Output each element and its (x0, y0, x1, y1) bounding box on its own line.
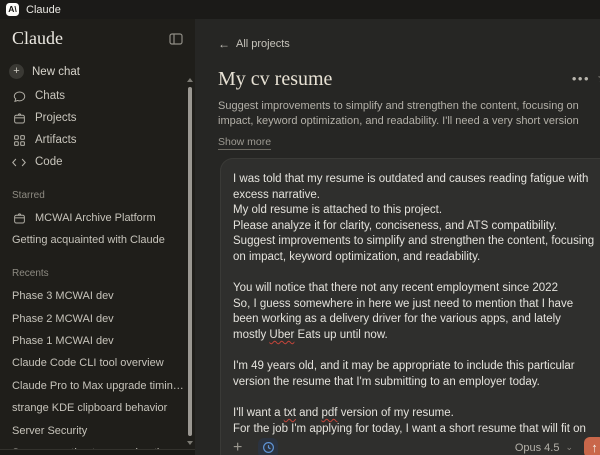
sidebar-nav-item-chats[interactable]: Chats (0, 85, 195, 107)
starred-section-label: Starred (12, 190, 45, 201)
extended-thinking-toggle[interactable] (258, 437, 278, 455)
misspelled-word: pdf (321, 406, 338, 419)
sidebar-header: Claude (0, 19, 195, 49)
code-icon (12, 157, 26, 168)
sidebar-bottom-strip (0, 449, 195, 455)
new-chat-label: New chat (32, 65, 80, 78)
conversation-title: Server Security (12, 424, 88, 437)
scrollbar-thumb[interactable] (188, 87, 192, 436)
sidebar-conversation-item[interactable]: strange KDE clipboard behavior (0, 397, 195, 419)
back-link-label: All projects (236, 38, 290, 50)
conversation-title: strange KDE clipboard behavior (12, 402, 168, 415)
sidebar: Claude + New chat Chats Projects Artifacts… (0, 19, 195, 455)
sidebar-conversation-item[interactable]: Phase 3 MCWAI dev (0, 285, 195, 307)
sidebar-conversation-item[interactable]: Phase 2 MCWAI dev (0, 307, 195, 329)
nav-item-label: Chats (35, 90, 66, 102)
project-description: Suggest improvements to simplify and str… (218, 100, 579, 127)
conversation-title: Phase 1 MCWAI dev (12, 334, 114, 347)
conversation-title: Claude Pro to Max upgrade timin… (12, 379, 184, 392)
model-selector[interactable]: Opus 4.5 (515, 442, 560, 454)
window-titlebar: A\ Claude (0, 0, 600, 19)
anthropic-logo-icon: A\ (6, 3, 19, 16)
conversation-title: Getting acquainted with Claude (12, 234, 165, 246)
projects-icon (12, 112, 26, 125)
main-content: ← All projects My cv resume ••• ☆ Sugges… (195, 19, 600, 455)
sidebar-nav-item-projects[interactable]: Projects (0, 107, 195, 129)
clock-icon (262, 442, 274, 453)
artifacts-icon (12, 134, 26, 147)
project-icon (12, 212, 26, 225)
sidebar-nav: Chats Projects Artifacts Code (0, 85, 195, 173)
show-more-link[interactable]: Show more (218, 136, 272, 150)
new-chat-button[interactable]: + New chat (9, 64, 183, 79)
sidebar-scrollbar[interactable] (187, 78, 193, 445)
sidebar-conversation-item[interactable]: Server Security (0, 419, 195, 441)
sidebar-collapse-icon[interactable] (169, 32, 183, 45)
sidebar-conversation-item[interactable]: Phase 1 MCWAI dev (0, 330, 195, 352)
message-composer[interactable]: I was told that my resume is outdated an… (220, 158, 600, 455)
conversation-title: Phase 3 MCWAI dev (12, 290, 114, 303)
starred-list: MCWAI Archive Platform Getting acquainted… (0, 207, 195, 251)
more-options-icon[interactable]: ••• (572, 71, 590, 86)
conversation-title: Claude Code CLI tool overview (12, 357, 164, 370)
up-arrow-icon: ↑ (591, 440, 598, 455)
project-title: My cv resume (218, 68, 333, 90)
plus-icon: + (9, 64, 24, 79)
sidebar-conversation-item[interactable]: Getting acquainted with Claude (0, 229, 195, 251)
recents-section-label: Recents (12, 268, 49, 279)
claude-wordmark: Claude (12, 28, 63, 48)
recents-list: Phase 3 MCWAI dev Phase 2 MCWAI dev Phase … (0, 285, 195, 455)
titlebar-app-name: Claude (26, 3, 61, 16)
draft-paragraph: You will notice that there not any recen… (233, 282, 574, 341)
sidebar-conversation-item[interactable]: MCWAI Archive Platform (0, 207, 195, 229)
draft-paragraph: I'll want a txt and pdf version of my re… (233, 406, 586, 435)
back-to-projects-link[interactable]: ← All projects (218, 37, 290, 51)
send-button[interactable]: ↑ (584, 437, 600, 455)
scrollbar-down-arrow-icon[interactable] (187, 441, 193, 445)
sidebar-nav-item-code[interactable]: Code (0, 151, 195, 173)
attach-plus-icon[interactable]: + (233, 439, 251, 455)
misspelled-word: Uber (269, 328, 295, 341)
composer-draft-text[interactable]: I was told that my resume is outdated an… (220, 158, 600, 437)
sidebar-conversation-item[interactable]: Claude Pro to Max upgrade timin… (0, 375, 195, 397)
sidebar-conversation-item[interactable]: Claude Code CLI tool overview (0, 352, 195, 374)
back-arrow-icon: ← (218, 37, 230, 51)
misspelled-word: txt (283, 406, 296, 419)
nav-item-label: Artifacts (35, 134, 77, 146)
conversation-title: MCWAI Archive Platform (35, 212, 156, 224)
chevron-down-icon: ⌄ (565, 442, 573, 452)
composer-toolbar: + Opus 4.5 ⌄ ↑ (233, 437, 600, 455)
conversation-title: Phase 2 MCWAI dev (12, 312, 114, 325)
scrollbar-up-arrow-icon[interactable] (187, 78, 193, 82)
sidebar-nav-item-artifacts[interactable]: Artifacts (0, 129, 195, 151)
draft-paragraph: I was told that my resume is outdated an… (233, 173, 595, 263)
app-frame: Claude + New chat Chats Projects Artifacts… (0, 19, 600, 455)
nav-item-label: Projects (35, 112, 77, 124)
chat-icon (12, 90, 26, 103)
draft-paragraph: I'm 49 years old, and it may be appropri… (233, 360, 575, 388)
nav-item-label: Code (35, 156, 63, 168)
